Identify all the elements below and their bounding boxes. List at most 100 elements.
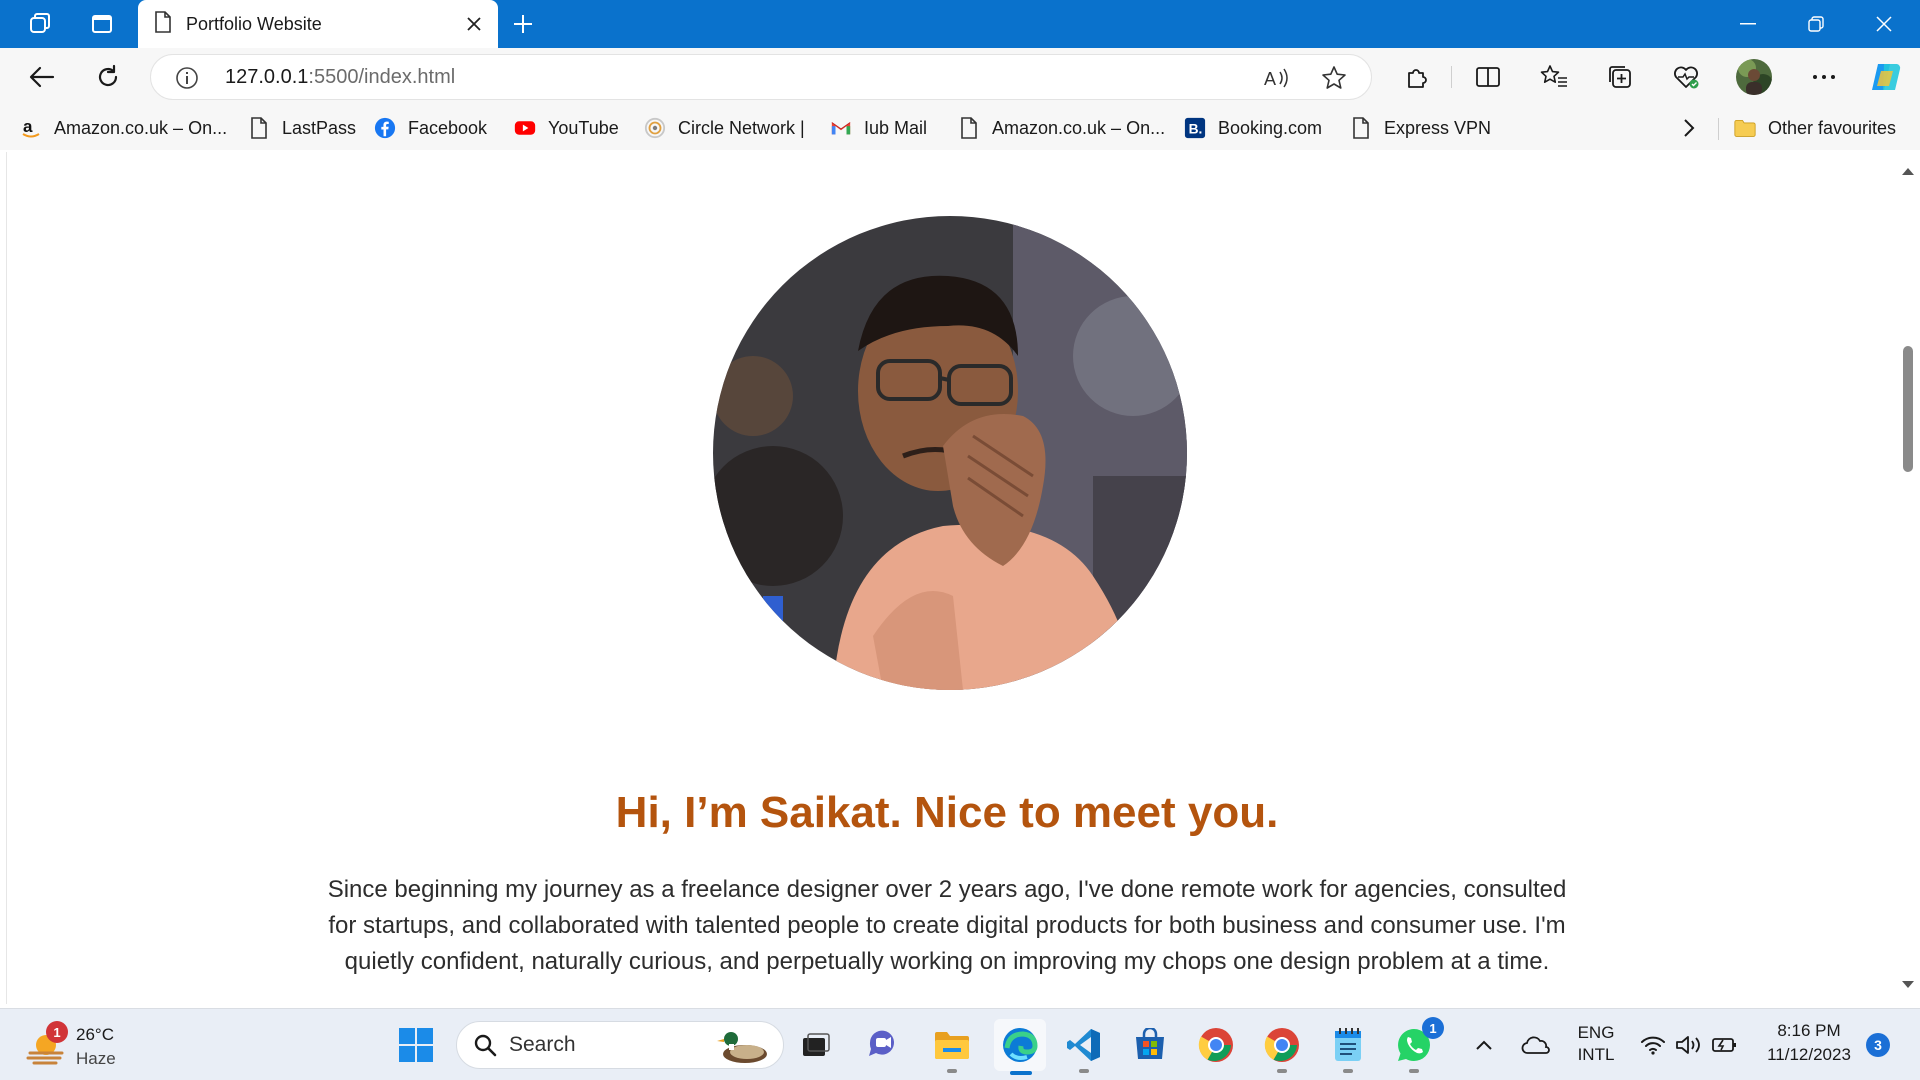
favourite-label: LastPass [282,117,357,138]
youtube-icon [514,117,536,139]
favourite-facebook[interactable]: Facebook [374,114,487,142]
teams-chat-icon[interactable] [862,1023,906,1067]
language-line1: ENG [1577,1023,1615,1042]
vscode-icon[interactable] [1062,1023,1106,1073]
favourite-circle-network[interactable]: Circle Network | [644,114,805,142]
read-aloud-icon[interactable]: A [1263,66,1291,94]
chrome-icon[interactable] [1194,1023,1238,1067]
title-bar: Portfolio Website [0,0,1920,48]
language-line2: INTL [1577,1045,1615,1064]
facebook-icon [374,117,396,139]
scroll-thumb[interactable] [1903,346,1913,472]
back-icon[interactable] [22,57,62,97]
minimize-icon[interactable] [1714,0,1782,48]
weather-temp: 26°C [76,1025,114,1044]
favourite-label: Amazon.co.uk – On... [54,117,228,138]
page-icon [1350,117,1372,139]
tab-actions-icon[interactable] [82,8,122,40]
microsoft-store-icon[interactable] [1128,1023,1172,1067]
notification-badge[interactable]: 3 [1866,1033,1890,1057]
amazon-icon: a [20,117,42,139]
restore-icon[interactable] [1782,0,1850,48]
hero-heading: Hi, I’m Saikat. Nice to meet you. [615,788,1279,837]
clock[interactable]: 8:16 PM 11/12/2023 [1756,1021,1862,1065]
more-icon[interactable] [1804,57,1844,97]
tab-portfolio-website[interactable]: Portfolio Website [138,0,498,48]
clock-time: 8:16 PM [1777,1021,1841,1040]
profile-avatar[interactable] [1734,57,1774,97]
other-favourites[interactable]: Other favourites [1734,114,1896,142]
running-indicator [947,1069,957,1073]
favourite-label: YouTube [548,117,619,138]
language-indicator[interactable]: ENG INTL [1570,1023,1622,1065]
volume-icon[interactable] [1672,1023,1706,1067]
favbar-divider [1718,118,1719,140]
page-icon [248,117,270,139]
edge-icon[interactable] [994,1019,1046,1075]
favourite-booking[interactable]: B. Booking.com [1184,114,1322,142]
vertical-scrollbar[interactable] [1894,152,1920,1004]
weather-widget[interactable]: 1 26°C Haze [24,1021,164,1071]
toolbar-divider [1451,66,1452,88]
favourites-overflow-chevron-icon[interactable] [1682,114,1696,142]
start-icon[interactable] [394,1023,438,1067]
url-path: :5500/index.html [308,66,456,88]
browser-essentials-icon[interactable] [1666,57,1706,97]
tab-close-icon[interactable] [462,12,486,36]
taskbar: 1 26°C Haze Search 1 ENG INTL 8:16 PM 11… [0,1008,1920,1080]
show-hidden-icons-chevron-icon[interactable] [1468,1023,1500,1067]
other-favourites-label: Other favourites [1768,117,1897,138]
weather-badge: 1 [46,1021,68,1043]
running-indicator [1409,1069,1419,1073]
favourite-lastpass[interactable]: LastPass [248,114,356,142]
copilot-icon[interactable] [1866,57,1906,97]
url-host: 127.0.0.1 [225,66,309,88]
running-indicator [1079,1069,1089,1073]
favourites-bar: a Amazon.co.uk – On... LastPass Facebook… [0,106,1920,150]
favourite-iub-mail[interactable]: Iub Mail [830,114,927,142]
page-icon [154,11,172,37]
svg-text:a: a [23,117,33,136]
battery-icon[interactable] [1708,1023,1742,1067]
favourite-label: Express VPN [1384,117,1492,138]
split-screen-icon[interactable] [1468,57,1508,97]
gmail-icon [830,117,852,139]
favourite-amazon-1[interactable]: a Amazon.co.uk – On... [20,114,227,142]
task-view-icon[interactable] [794,1023,838,1067]
whatsapp-icon[interactable]: 1 [1392,1017,1444,1073]
extensions-icon[interactable] [1396,57,1436,97]
favourite-label: Iub Mail [864,117,928,138]
site-info-icon[interactable] [175,66,199,94]
address-bar[interactable]: 127.0.0.1:5500/index.html A [150,54,1372,100]
clock-date: 11/12/2023 [1767,1045,1851,1064]
search-icon [474,1034,497,1057]
notepad-icon[interactable] [1326,1023,1370,1073]
refresh-icon[interactable] [88,57,128,97]
onedrive-icon[interactable] [1516,1023,1556,1067]
collections-icon[interactable] [1600,57,1640,97]
navigation-bar: 127.0.0.1:5500/index.html A [0,48,1920,106]
favourite-youtube[interactable]: YouTube [514,114,619,142]
profile-photo [713,216,1187,690]
weather-condition: Haze [76,1049,116,1068]
url-text: 127.0.0.1:5500/index.html [225,66,455,89]
hero-bio: Since beginning my journey as a freelanc… [327,876,1567,975]
favorites-icon[interactable] [1534,57,1574,97]
search-label: Search [509,1033,576,1056]
favourite-label: Booking.com [1218,117,1323,138]
wifi-icon[interactable] [1636,1023,1670,1067]
taskbar-search[interactable]: Search [456,1021,784,1069]
favourite-amazon-2[interactable]: Amazon.co.uk – On... [958,114,1165,142]
web-page: Hi, I’m Saikat. Nice to meet you. Since … [6,152,1886,1004]
running-indicator [1277,1069,1287,1073]
close-window-icon[interactable] [1850,0,1918,48]
file-explorer-icon[interactable] [930,1023,974,1073]
favourite-label: Facebook [408,117,488,138]
favourite-label: Amazon.co.uk – On... [992,117,1166,138]
favourite-express-vpn[interactable]: Express VPN [1350,114,1491,142]
favorite-star-icon[interactable] [1321,65,1347,95]
search-highlight-duck-icon [717,1032,767,1063]
chrome-profile-icon[interactable] [1260,1023,1304,1073]
new-tab-button[interactable] [506,8,540,40]
workspaces-icon[interactable] [20,8,60,40]
